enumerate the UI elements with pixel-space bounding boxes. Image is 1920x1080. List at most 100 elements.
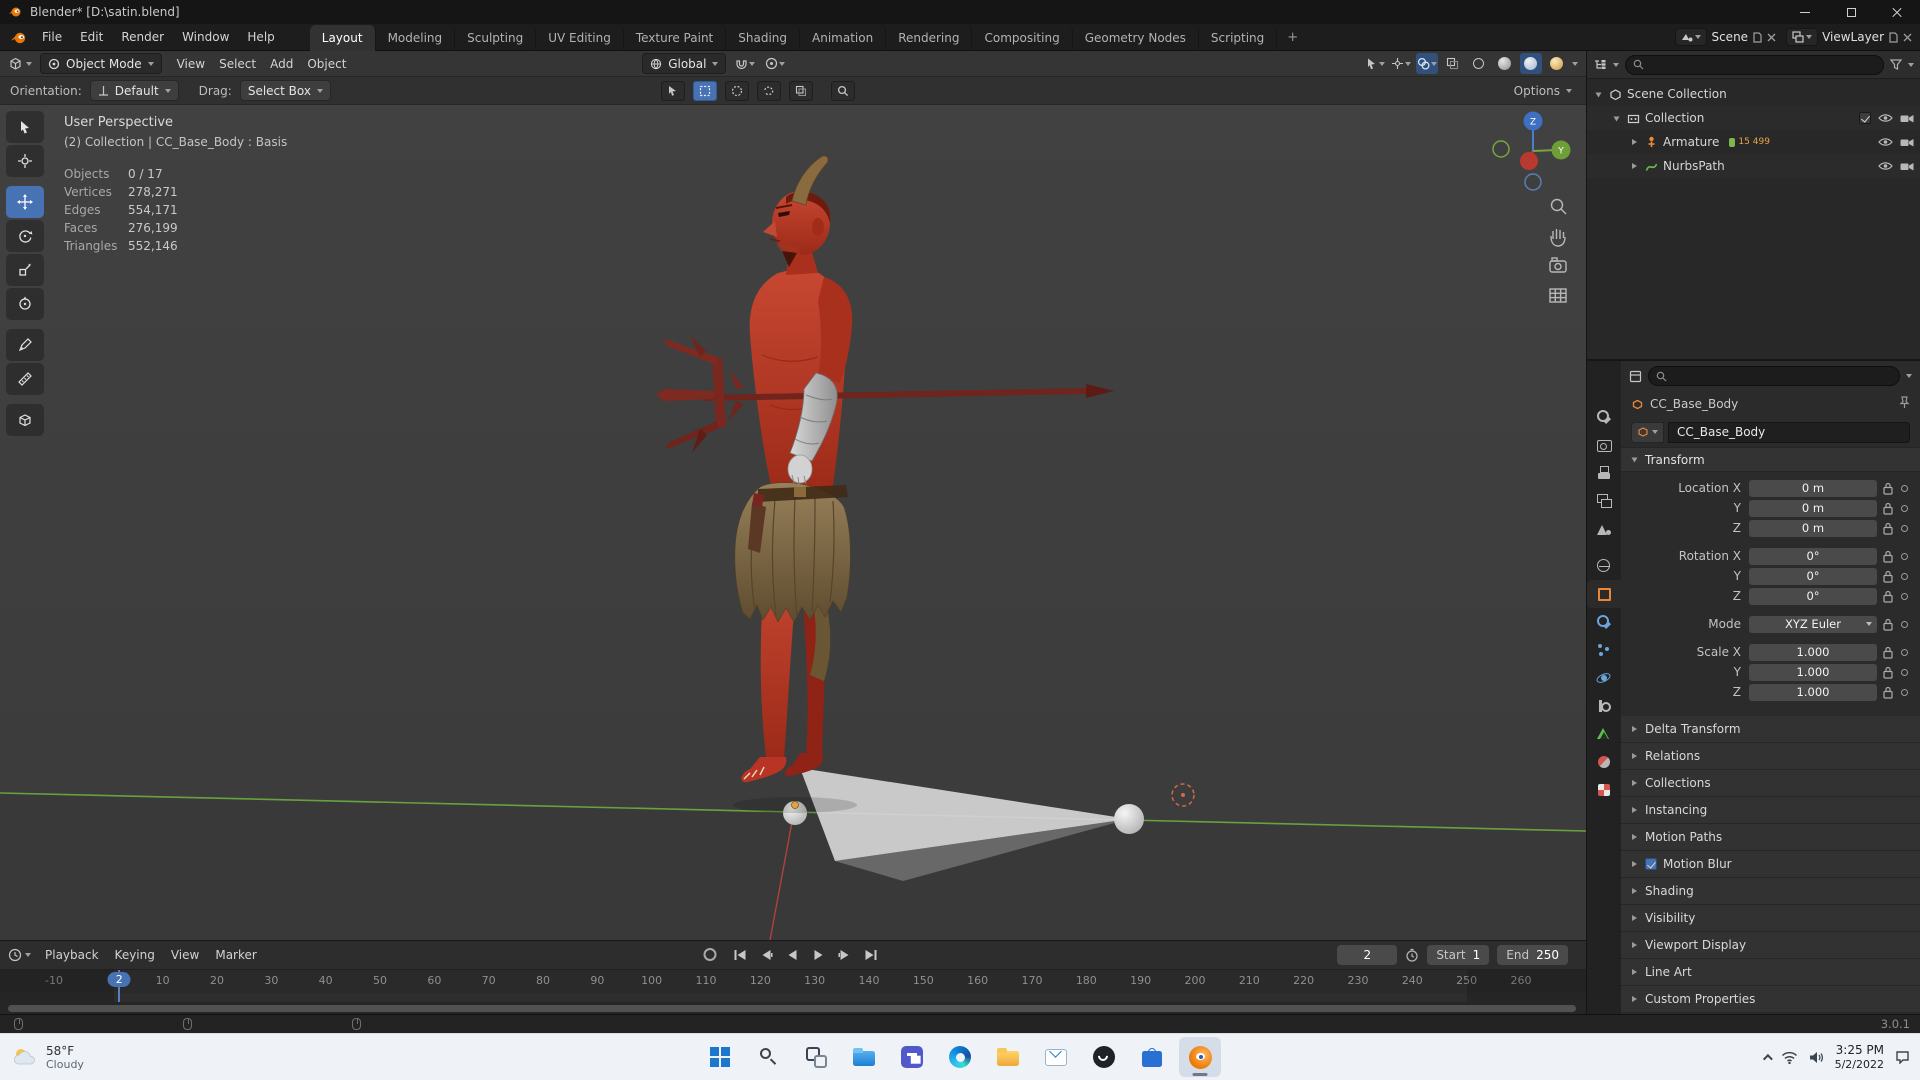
properties-editor-icon[interactable] xyxy=(1629,370,1642,383)
lock-icon[interactable] xyxy=(1883,666,1893,679)
properties-section[interactable]: Line Art xyxy=(1621,959,1920,986)
next-keyframe-button[interactable] xyxy=(833,944,857,965)
properties-tab-particles[interactable] xyxy=(1587,636,1621,664)
viewport-menu[interactable]: Add xyxy=(263,57,300,71)
lock-icon[interactable] xyxy=(1883,522,1893,535)
weather-widget[interactable]: 58°F Cloudy xyxy=(12,1034,84,1080)
animate-decorator-dot[interactable] xyxy=(1901,620,1908,628)
transform-section-header[interactable]: Transform xyxy=(1621,447,1920,472)
hide-eye-icon[interactable] xyxy=(1878,113,1893,123)
taskbar-app-store[interactable] xyxy=(1131,1037,1173,1077)
lock-icon[interactable] xyxy=(1883,502,1893,515)
animate-decorator-dot[interactable] xyxy=(1901,648,1908,656)
value-field[interactable]: 1.000 xyxy=(1749,663,1877,681)
taskbar-app-explorer[interactable] xyxy=(843,1037,885,1077)
orientation-dropdown[interactable]: Default xyxy=(89,80,179,101)
menubar-menu[interactable]: Render xyxy=(112,24,173,50)
properties-section[interactable]: Motion Paths xyxy=(1621,824,1920,851)
timeline-ruler[interactable]: -10 10 20 30 40 50 60 70 80 90 100 110 120 130 140 150 1… xyxy=(0,969,1586,1016)
proportional-editing-toggle[interactable] xyxy=(764,53,786,74)
value-field[interactable]: 1.000 xyxy=(1749,683,1877,701)
select-box-tool[interactable] xyxy=(6,111,44,143)
new-viewlayer-icon[interactable] xyxy=(1888,31,1899,43)
taskbar-app-task-view[interactable] xyxy=(795,1037,837,1077)
value-field[interactable]: 0 m xyxy=(1749,499,1877,517)
workspace-tab[interactable]: Rendering xyxy=(886,24,973,51)
exclude-checkbox[interactable] xyxy=(1859,112,1871,124)
properties-section[interactable]: Custom Properties xyxy=(1621,986,1920,1013)
play-reverse-button[interactable] xyxy=(781,944,805,965)
properties-section[interactable]: Visibility xyxy=(1621,905,1920,932)
properties-tab-texture[interactable] xyxy=(1587,776,1621,804)
properties-section[interactable]: Shading xyxy=(1621,878,1920,905)
outliner-search-input[interactable] xyxy=(1625,54,1884,75)
shading-wireframe-button[interactable] xyxy=(1468,53,1490,74)
animate-decorator-dot[interactable] xyxy=(1901,524,1908,532)
properties-tab-scene[interactable] xyxy=(1587,515,1621,543)
menubar-menu[interactable]: File xyxy=(33,24,71,50)
animate-decorator-dot[interactable] xyxy=(1901,504,1908,512)
value-field[interactable]: 0 m xyxy=(1749,519,1877,537)
menubar-menu[interactable]: Edit xyxy=(71,24,112,50)
properties-tab-view-layer[interactable] xyxy=(1587,487,1621,515)
animate-decorator-dot[interactable] xyxy=(1901,572,1908,580)
pan-hand-icon[interactable] xyxy=(1550,229,1566,247)
value-field[interactable]: 0° xyxy=(1749,567,1877,585)
disable-render-camera-icon[interactable] xyxy=(1900,137,1914,147)
id-type-dropdown[interactable] xyxy=(1631,421,1664,443)
animate-decorator-dot[interactable] xyxy=(1901,688,1908,696)
move-tool[interactable] xyxy=(6,186,44,218)
workspace-tab[interactable]: Texture Paint xyxy=(624,24,727,51)
taskbar-app-edge[interactable] xyxy=(939,1037,981,1077)
shading-dropdown-icon[interactable] xyxy=(1571,61,1578,66)
properties-section[interactable]: Collections xyxy=(1621,770,1920,797)
workspace-tab[interactable]: Compositing xyxy=(972,24,1073,51)
lock-icon[interactable] xyxy=(1883,482,1893,495)
current-frame-field[interactable]: 2 xyxy=(1337,945,1398,965)
add-cube-tool[interactable] xyxy=(6,404,44,436)
disclosure-icon[interactable] xyxy=(1593,91,1603,97)
prev-keyframe-button[interactable] xyxy=(755,944,779,965)
scrollbar-thumb[interactable] xyxy=(8,1004,1576,1012)
play-button[interactable] xyxy=(807,944,831,965)
disable-render-camera-icon[interactable] xyxy=(1900,113,1914,123)
outliner-options-icon[interactable] xyxy=(1908,62,1914,67)
add-workspace-button[interactable]: + xyxy=(1277,30,1308,45)
new-scene-icon[interactable] xyxy=(1752,31,1763,43)
scale-tool[interactable] xyxy=(6,254,44,286)
notification-icon[interactable] xyxy=(1895,1050,1910,1064)
properties-section[interactable]: Viewport Display xyxy=(1621,932,1920,959)
timeline-menu[interactable]: Keying xyxy=(107,948,163,962)
workspace-tab[interactable]: Animation xyxy=(800,24,887,51)
taskbar-app-xbox[interactable] xyxy=(1083,1037,1125,1077)
ortho-grid-icon[interactable] xyxy=(1549,288,1567,303)
jump-to-start-button[interactable] xyxy=(729,944,753,965)
timeline-menu[interactable]: View xyxy=(163,948,207,962)
taskbar-app-search[interactable] xyxy=(747,1037,789,1077)
navigation-gizmo[interactable]: Z Y xyxy=(1492,111,1571,191)
outliner-editor-icon[interactable] xyxy=(1593,59,1607,71)
timeline-menu[interactable]: Marker xyxy=(207,948,264,962)
lock-icon[interactable] xyxy=(1883,550,1893,563)
lock-icon[interactable] xyxy=(1883,570,1893,583)
disclosure-icon[interactable] xyxy=(1629,139,1639,145)
mode-dropdown[interactable]: Object Mode xyxy=(40,53,162,74)
clock-widget[interactable]: 3:25 PM 5/2/2022 xyxy=(1835,1043,1884,1072)
properties-tab-material[interactable] xyxy=(1587,748,1621,776)
lock-icon[interactable] xyxy=(1883,686,1893,699)
blender-logo-icon[interactable] xyxy=(10,30,27,45)
unlink-scene-icon[interactable] xyxy=(1767,33,1776,42)
xray-toggle[interactable] xyxy=(1442,53,1464,74)
animate-decorator-dot[interactable] xyxy=(1901,668,1908,676)
disable-render-camera-icon[interactable] xyxy=(1900,161,1914,171)
properties-tab-modifiers[interactable] xyxy=(1587,608,1621,636)
start-frame-field[interactable]: Start 1 xyxy=(1427,945,1490,965)
end-frame-field[interactable]: End 250 xyxy=(1497,945,1568,965)
taskbar-app-mail[interactable] xyxy=(1035,1037,1077,1077)
cursor-tool[interactable] xyxy=(6,145,44,177)
menubar-menu[interactable]: Window xyxy=(173,24,238,50)
value-field[interactable]: 0° xyxy=(1749,587,1877,605)
select-mode-extra-button[interactable] xyxy=(788,80,813,101)
properties-tab-render[interactable] xyxy=(1587,431,1621,459)
minimize-button[interactable] xyxy=(1782,0,1828,24)
